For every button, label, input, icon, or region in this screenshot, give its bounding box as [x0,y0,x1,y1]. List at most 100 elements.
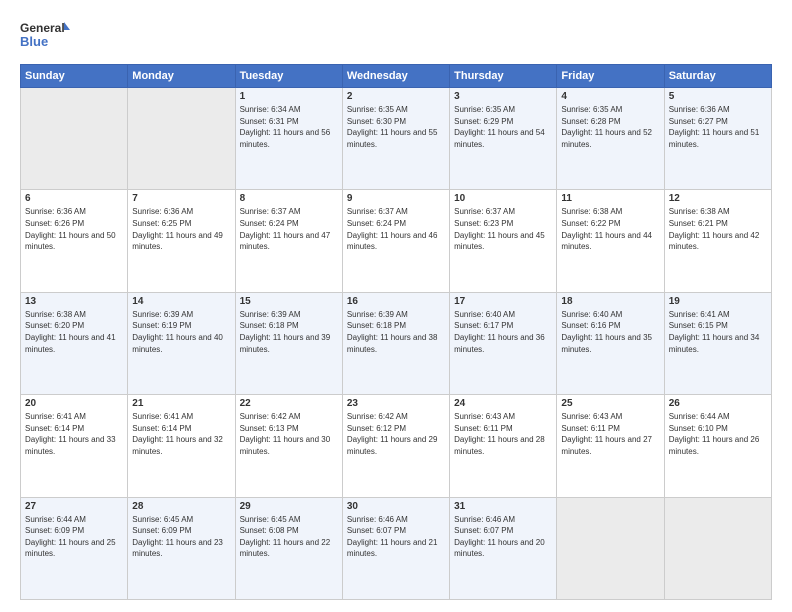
calendar-week-row: 27 Sunrise: 6:44 AMSunset: 6:09 PMDayligh… [21,497,772,599]
weekday-header-thursday: Thursday [450,65,557,88]
day-number: 8 [240,193,338,204]
calendar-cell: 3 Sunrise: 6:35 AMSunset: 6:29 PMDaylight… [450,88,557,190]
calendar-cell: 22 Sunrise: 6:42 AMSunset: 6:13 PMDayligh… [235,395,342,497]
day-info: Sunrise: 6:40 AMSunset: 6:16 PMDaylight:… [561,309,659,355]
day-info: Sunrise: 6:36 AMSunset: 6:25 PMDaylight:… [132,206,230,252]
day-info: Sunrise: 6:41 AMSunset: 6:14 PMDaylight:… [25,411,123,457]
calendar-cell: 14 Sunrise: 6:39 AMSunset: 6:19 PMDayligh… [128,292,235,394]
calendar-cell [128,88,235,190]
day-info: Sunrise: 6:38 AMSunset: 6:22 PMDaylight:… [561,206,659,252]
weekday-header-saturday: Saturday [664,65,771,88]
day-number: 19 [669,296,767,307]
calendar-cell: 24Sunrise: 6:43 AMSunset: 6:11 PMDayligh… [450,395,557,497]
day-info: Sunrise: 6:45 AMSunset: 6:09 PMDaylight:… [132,514,230,560]
day-number: 30 [347,501,445,512]
day-number: 3 [454,91,552,102]
weekday-header-tuesday: Tuesday [235,65,342,88]
day-info: Sunrise: 6:35 AMSunset: 6:28 PMDaylight:… [561,104,659,150]
day-number: 29 [240,501,338,512]
calendar-cell: 9Sunrise: 6:37 AMSunset: 6:24 PMDaylight… [342,190,449,292]
logo-svg: General Blue [20,18,70,54]
calendar-cell: 31 Sunrise: 6:46 AMSunset: 6:07 PMDayligh… [450,497,557,599]
day-info: Sunrise: 6:43 AMSunset: 6:11 PMDaylight:… [561,411,659,457]
calendar-week-row: 13 Sunrise: 6:38 AMSunset: 6:20 PMDayligh… [21,292,772,394]
day-number: 13 [25,296,123,307]
day-info: Sunrise: 6:38 AMSunset: 6:21 PMDaylight:… [669,206,767,252]
calendar-cell: 6 Sunrise: 6:36 AMSunset: 6:26 PMDaylight… [21,190,128,292]
calendar-cell: 21 Sunrise: 6:41 AMSunset: 6:14 PMDayligh… [128,395,235,497]
calendar-cell: 12Sunrise: 6:38 AMSunset: 6:21 PMDayligh… [664,190,771,292]
day-number: 4 [561,91,659,102]
day-number: 25 [561,398,659,409]
day-number: 26 [669,398,767,409]
calendar-cell: 7 Sunrise: 6:36 AMSunset: 6:25 PMDaylight… [128,190,235,292]
day-number: 11 [561,193,659,204]
day-number: 16 [347,296,445,307]
calendar-cell: 15Sunrise: 6:39 AMSunset: 6:18 PMDayligh… [235,292,342,394]
day-number: 15 [240,296,338,307]
calendar-cell: 2 Sunrise: 6:35 AMSunset: 6:30 PMDaylight… [342,88,449,190]
day-number: 2 [347,91,445,102]
page: General Blue SundayMondayTuesdayWednesda… [0,0,792,612]
calendar-cell: 5 Sunrise: 6:36 AMSunset: 6:27 PMDaylight… [664,88,771,190]
day-info: Sunrise: 6:42 AMSunset: 6:12 PMDaylight:… [347,411,445,457]
day-number: 10 [454,193,552,204]
weekday-header-monday: Monday [128,65,235,88]
day-info: Sunrise: 6:39 AMSunset: 6:18 PMDaylight:… [347,309,445,355]
day-number: 22 [240,398,338,409]
calendar-cell: 27 Sunrise: 6:44 AMSunset: 6:09 PMDayligh… [21,497,128,599]
day-number: 6 [25,193,123,204]
day-number: 1 [240,91,338,102]
logo: General Blue [20,18,70,54]
calendar-cell [21,88,128,190]
weekday-header-sunday: Sunday [21,65,128,88]
day-info: Sunrise: 6:37 AMSunset: 6:24 PMDaylight:… [240,206,338,252]
day-info: Sunrise: 6:35 AMSunset: 6:30 PMDaylight:… [347,104,445,150]
day-info: Sunrise: 6:40 AMSunset: 6:17 PMDaylight:… [454,309,552,355]
day-info: Sunrise: 6:43 AMSunset: 6:11 PMDaylight:… [454,411,552,457]
calendar-cell: 25 Sunrise: 6:43 AMSunset: 6:11 PMDayligh… [557,395,664,497]
calendar-cell: 26 Sunrise: 6:44 AMSunset: 6:10 PMDayligh… [664,395,771,497]
calendar-cell: 10 Sunrise: 6:37 AMSunset: 6:23 PMDayligh… [450,190,557,292]
day-info: Sunrise: 6:37 AMSunset: 6:24 PMDaylight:… [347,206,445,252]
day-number: 7 [132,193,230,204]
calendar-cell: 11 Sunrise: 6:38 AMSunset: 6:22 PMDayligh… [557,190,664,292]
day-info: Sunrise: 6:44 AMSunset: 6:10 PMDaylight:… [669,411,767,457]
calendar-week-row: 1 Sunrise: 6:34 AMSunset: 6:31 PMDaylight… [21,88,772,190]
day-info: Sunrise: 6:36 AMSunset: 6:26 PMDaylight:… [25,206,123,252]
day-info: Sunrise: 6:39 AMSunset: 6:19 PMDaylight:… [132,309,230,355]
calendar-cell [557,497,664,599]
calendar-cell: 30 Sunrise: 6:46 AMSunset: 6:07 PMDayligh… [342,497,449,599]
day-number: 17 [454,296,552,307]
svg-text:General: General [20,21,65,35]
calendar-cell: 28Sunrise: 6:45 AMSunset: 6:09 PMDayligh… [128,497,235,599]
calendar-week-row: 6 Sunrise: 6:36 AMSunset: 6:26 PMDaylight… [21,190,772,292]
day-number: 21 [132,398,230,409]
svg-text:Blue: Blue [20,34,48,49]
day-info: Sunrise: 6:41 AMSunset: 6:14 PMDaylight:… [132,411,230,457]
day-info: Sunrise: 6:35 AMSunset: 6:29 PMDaylight:… [454,104,552,150]
calendar-cell: 29 Sunrise: 6:45 AMSunset: 6:08 PMDayligh… [235,497,342,599]
day-info: Sunrise: 6:37 AMSunset: 6:23 PMDaylight:… [454,206,552,252]
day-number: 14 [132,296,230,307]
weekday-header-friday: Friday [557,65,664,88]
day-number: 20 [25,398,123,409]
day-info: Sunrise: 6:45 AMSunset: 6:08 PMDaylight:… [240,514,338,560]
day-info: Sunrise: 6:36 AMSunset: 6:27 PMDaylight:… [669,104,767,150]
calendar-cell: 16 Sunrise: 6:39 AMSunset: 6:18 PMDayligh… [342,292,449,394]
day-number: 27 [25,501,123,512]
calendar-cell: 23 Sunrise: 6:42 AMSunset: 6:12 PMDayligh… [342,395,449,497]
day-info: Sunrise: 6:41 AMSunset: 6:15 PMDaylight:… [669,309,767,355]
calendar-cell: 4 Sunrise: 6:35 AMSunset: 6:28 PMDaylight… [557,88,664,190]
day-info: Sunrise: 6:46 AMSunset: 6:07 PMDaylight:… [347,514,445,560]
calendar-table: SundayMondayTuesdayWednesdayThursdayFrid… [20,64,772,600]
day-number: 23 [347,398,445,409]
day-info: Sunrise: 6:46 AMSunset: 6:07 PMDaylight:… [454,514,552,560]
day-info: Sunrise: 6:38 AMSunset: 6:20 PMDaylight:… [25,309,123,355]
day-number: 5 [669,91,767,102]
day-number: 31 [454,501,552,512]
day-info: Sunrise: 6:34 AMSunset: 6:31 PMDaylight:… [240,104,338,150]
calendar-cell: 8 Sunrise: 6:37 AMSunset: 6:24 PMDaylight… [235,190,342,292]
day-info: Sunrise: 6:44 AMSunset: 6:09 PMDaylight:… [25,514,123,560]
day-info: Sunrise: 6:42 AMSunset: 6:13 PMDaylight:… [240,411,338,457]
